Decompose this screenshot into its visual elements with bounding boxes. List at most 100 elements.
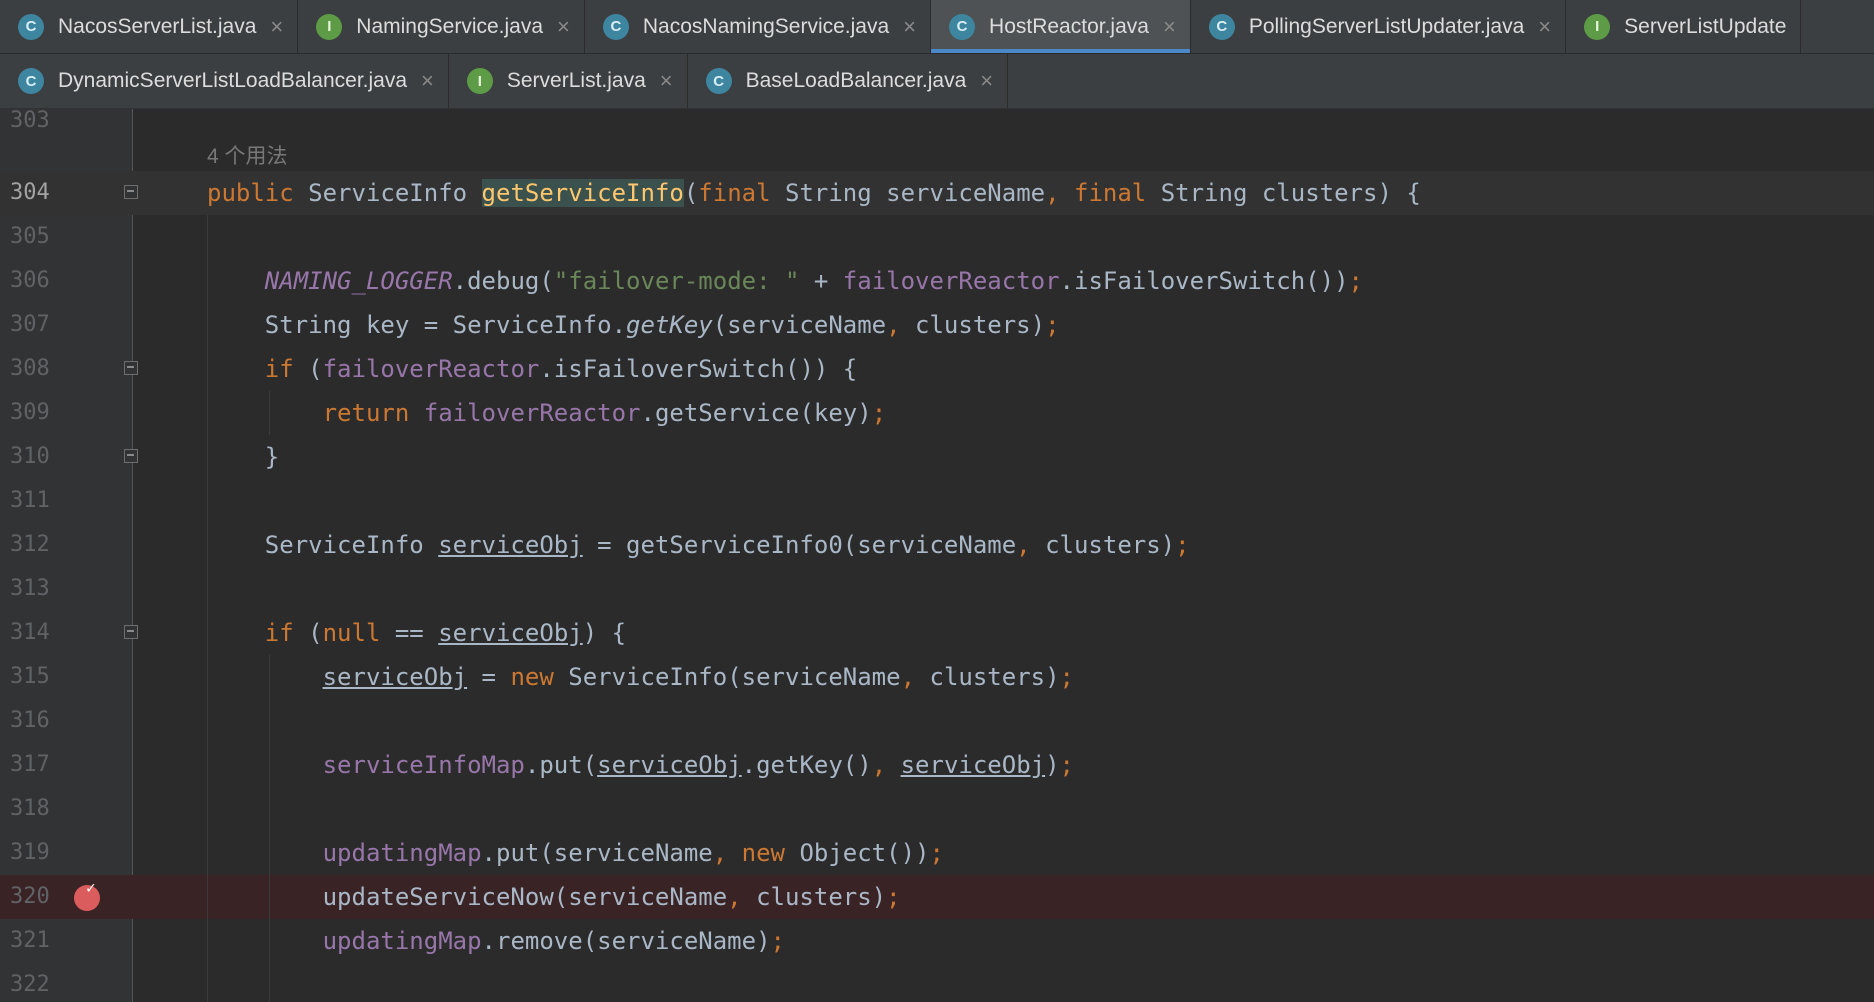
editor-tab-nacosnamingservice-java[interactable]: C NacosNamingService.java × <box>585 0 932 53</box>
close-tab-icon[interactable]: × <box>660 68 673 94</box>
line-number[interactable]: 303 <box>10 109 50 143</box>
code-line-311[interactable]: 311 <box>0 479 1874 523</box>
code-line-317[interactable]: 317 serviceInfoMap.put(serviceObj.getKey… <box>0 743 1874 787</box>
code-token: ; <box>1059 751 1074 779</box>
code-token: clusters) <box>756 883 887 911</box>
code-token: ; <box>871 399 887 427</box>
code-text[interactable]: updateServiceNow(serviceName, clusters); <box>207 875 901 919</box>
code-line-319[interactable]: 319 updatingMap.put(serviceName, new Obj… <box>0 831 1874 875</box>
tab-label: HostReactor.java <box>989 14 1149 38</box>
close-tab-icon[interactable]: × <box>421 68 434 94</box>
code-text[interactable]: if (null == serviceObj) { <box>207 611 626 655</box>
line-number[interactable]: 308 <box>10 347 50 391</box>
editor-tab-hostreactor-java[interactable]: C HostReactor.java × <box>931 0 1191 53</box>
line-number[interactable]: 311 <box>10 479 50 523</box>
code-editor[interactable]: 4 个用法 303 304 public ServiceInfo getServic… <box>0 109 1874 1002</box>
code-token: ServiceInfo(serviceName <box>568 663 901 691</box>
fold-marker-icon[interactable] <box>124 361 138 375</box>
tab-label: PollingServerListUpdater.java <box>1248 14 1525 38</box>
line-number[interactable]: 305 <box>10 215 50 259</box>
code-text[interactable]: return failoverReactor.getService(key); <box>207 391 887 435</box>
line-number[interactable]: 320 <box>10 875 50 919</box>
line-number[interactable]: 306 <box>10 259 50 303</box>
code-text[interactable]: updatingMap.put(serviceName, new Object(… <box>207 831 944 875</box>
tab-label: NacosServerList.java <box>58 14 257 38</box>
code-line-318[interactable]: 318 <box>0 787 1874 831</box>
breakpoint-check-icon: ✓ <box>86 878 96 897</box>
editor-tab-namingservice-java[interactable]: I NamingService.java × <box>298 0 585 53</box>
fold-marker-icon[interactable] <box>124 625 138 639</box>
code-line-312[interactable]: 312 ServiceInfo serviceObj = getServiceI… <box>0 523 1874 567</box>
code-token: , <box>886 311 916 339</box>
line-number[interactable]: 315 <box>10 655 50 699</box>
code-line-313[interactable]: 313 <box>0 567 1874 611</box>
line-number[interactable]: 309 <box>10 391 50 435</box>
line-number[interactable]: 319 <box>10 831 50 875</box>
code-line-303[interactable]: 303 <box>0 109 1874 143</box>
code-line-322[interactable]: 322 <box>0 963 1874 1002</box>
line-number[interactable]: 304 <box>10 171 50 215</box>
code-text[interactable]: serviceObj = new ServiceInfo(serviceName… <box>207 655 1074 699</box>
code-token: getServiceInfo <box>481 179 684 207</box>
line-number[interactable]: 316 <box>10 699 50 743</box>
code-token: serviceObj <box>438 531 583 559</box>
close-tab-icon[interactable]: × <box>1163 14 1176 40</box>
close-tab-icon[interactable]: × <box>557 14 570 40</box>
line-number[interactable]: 313 <box>10 567 50 611</box>
close-tab-icon[interactable]: × <box>903 14 916 40</box>
code-line-309[interactable]: 309 return failoverReactor.getService(ke… <box>0 391 1874 435</box>
code-token: , <box>871 751 901 779</box>
editor-tab-serverlist-java[interactable]: I ServerList.java × <box>449 54 688 108</box>
code-line-314[interactable]: 314 if (null == serviceObj) { <box>0 611 1874 655</box>
code-token: clusters) <box>1045 531 1176 559</box>
code-text[interactable]: public ServiceInfo getServiceInfo(final … <box>207 171 1421 215</box>
line-number[interactable]: 310 <box>10 435 50 479</box>
code-token: ServiceInfo <box>308 179 482 207</box>
code-text[interactable]: NAMING_LOGGER.debug("failover-mode: " + … <box>207 259 1363 303</box>
code-token: updateServiceNow(serviceName <box>207 883 728 911</box>
code-line-307[interactable]: 307 String key = ServiceInfo.getKey(serv… <box>0 303 1874 347</box>
fold-marker-icon[interactable] <box>124 449 138 463</box>
editor-tab-baseloadbalancer-java[interactable]: C BaseLoadBalancer.java × <box>688 54 1009 108</box>
line-number[interactable]: 321 <box>10 919 50 963</box>
code-line-320[interactable]: 320 ✓ updateServiceNow(serviceName, clust… <box>0 875 1874 919</box>
code-line-321[interactable]: 321 updatingMap.remove(serviceName); <box>0 919 1874 963</box>
code-token: serviceObj <box>322 663 468 691</box>
line-number[interactable]: 314 <box>10 611 50 655</box>
code-text[interactable]: String key = ServiceInfo.getKey(serviceN… <box>207 303 1060 347</box>
close-tab-icon[interactable]: × <box>1538 14 1551 40</box>
code-text[interactable]: if (failoverReactor.isFailoverSwitch()) … <box>207 347 857 391</box>
line-number[interactable]: 312 <box>10 523 50 567</box>
code-line-304[interactable]: 304 public ServiceInfo getServiceInfo(fin… <box>0 171 1874 215</box>
code-token: ; <box>886 883 901 911</box>
code-token: = <box>467 663 511 691</box>
code-line-305[interactable]: 305 <box>0 215 1874 259</box>
fold-marker-icon[interactable] <box>124 185 138 199</box>
code-token: ; <box>929 839 944 867</box>
code-token: if <box>264 619 309 647</box>
line-number[interactable]: 318 <box>10 787 50 831</box>
editor-tab-nacosserverlist-java[interactable]: C NacosServerList.java × <box>0 0 299 53</box>
editor-tab-pollingserverlistupdater-java[interactable]: C PollingServerListUpdater.java × <box>1191 0 1567 53</box>
code-line-306[interactable]: 306 NAMING_LOGGER.debug("failover-mode: … <box>0 259 1874 303</box>
code-line-315[interactable]: 315 serviceObj = new ServiceInfo(service… <box>0 655 1874 699</box>
close-tab-icon[interactable]: × <box>270 14 283 40</box>
code-line-310[interactable]: 310 } <box>0 435 1874 479</box>
line-number[interactable]: 317 <box>10 743 50 787</box>
line-number[interactable]: 322 <box>10 963 50 1002</box>
code-token: new <box>510 663 569 691</box>
code-text[interactable]: serviceInfoMap.put(serviceObj.getKey(), … <box>207 743 1074 787</box>
code-text[interactable]: ServiceInfo serviceObj = getServiceInfo0… <box>207 523 1190 567</box>
line-number[interactable]: 307 <box>10 303 50 347</box>
close-tab-icon[interactable]: × <box>980 68 993 94</box>
editor-tab-dynamicserverlistloadbalancer-java[interactable]: C DynamicServerListLoadBalancer.java × <box>0 54 449 108</box>
code-line-316[interactable]: 316 <box>0 699 1874 743</box>
code-text[interactable]: } <box>207 435 279 479</box>
code-line-308[interactable]: 308 if (failoverReactor.isFailoverSwitch… <box>0 347 1874 391</box>
editor-tab-serverlistupdate[interactable]: I ServerListUpdate <box>1566 0 1802 53</box>
code-text[interactable]: updatingMap.remove(serviceName); <box>207 919 785 963</box>
interface-icon: I <box>316 13 343 40</box>
